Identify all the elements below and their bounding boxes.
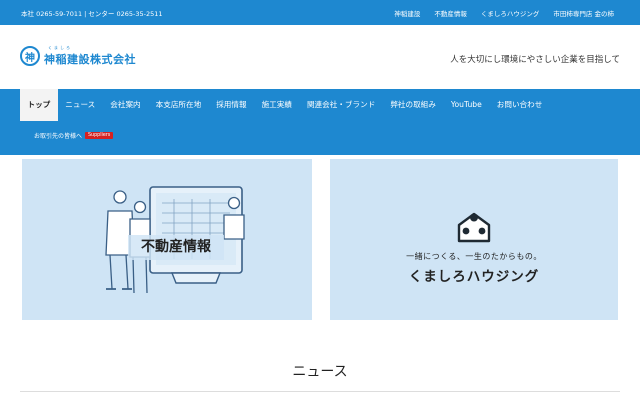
nav-item-affiliates[interactable]: 関連会社・ブランド [299,89,382,121]
top-links: 神稲建設 不動産情報 くましろハウジング 市田柿専門店 金の柿 [394,8,614,18]
main-navigation: トップ ニュース 会社案内 本支店所在地 採用情報 施工実績 関連会社・ブランド… [0,89,640,155]
company-name: 神稲建設株式会社 [44,53,136,66]
top-link-real-estate[interactable]: 不動産情報 [434,8,467,18]
suppliers-link[interactable]: お取引先の皆様へ Suppliers [34,131,114,140]
real-estate-banner[interactable]: 不動産情報 [22,159,312,320]
nav-item-news[interactable]: ニュース [58,89,103,121]
news-section-heading: ニュース [292,364,348,380]
contact-phone-numbers: 本社 0265-59-7011 | センター 0265-35-2511 [21,10,163,18]
logo-text: くましろ 神稲建設株式会社 [44,45,136,67]
nav-item-contact[interactable]: お問い合わせ [489,89,550,121]
top-link-kumashiro-housing[interactable]: くましろハウジング [481,8,540,18]
top-info-bar: 本社 0265-59-7011 | センター 0265-35-2511 神稲建設… [0,0,640,25]
top-link-gold-persimmon-shop[interactable]: 市田柿専門店 金の柿 [553,8,614,18]
suppliers-badge: Suppliers [85,132,114,139]
top-link-kumashiro-kensetsu[interactable]: 神稲建設 [394,8,420,18]
site-header: 神 くましろ 神稲建設株式会社 人を大切にし環境にやさしい企業を目指して [0,25,640,89]
real-estate-title: 不動産情報 [128,235,224,260]
company-tagline: 人を大切にし環境にやさしい企業を目指して [450,55,620,65]
suppliers-link-label: お取引先の皆様へ [34,133,83,140]
nav-menu: トップ ニュース 会社案内 本支店所在地 採用情報 施工実績 関連会社・ブランド… [20,89,550,121]
nav-item-youtube[interactable]: YouTube [443,89,489,121]
nav-item-company[interactable]: 会社案内 [103,89,148,121]
logo-emblem-icon: 神 [20,46,40,66]
news-divider [20,391,620,392]
nav-item-top[interactable]: トップ [20,89,58,121]
house-logo-icon [457,212,491,243]
kumashiro-housing-name: くましろハウジング [408,269,540,285]
nav-item-recruit[interactable]: 採用情報 [209,89,254,121]
kumashiro-housing-tagline: 一緒につくる、一生のたからもの。 [406,252,542,261]
nav-item-initiatives[interactable]: 弊社の取組み [383,89,444,121]
nav-item-works[interactable]: 施工実績 [254,89,299,121]
nav-item-locations[interactable]: 本支店所在地 [148,89,209,121]
kumashiro-housing-banner[interactable]: 一緒につくる、一生のたからもの。 くましろハウジング [330,159,618,320]
company-logo[interactable]: 神 くましろ 神稲建設株式会社 [20,45,136,67]
